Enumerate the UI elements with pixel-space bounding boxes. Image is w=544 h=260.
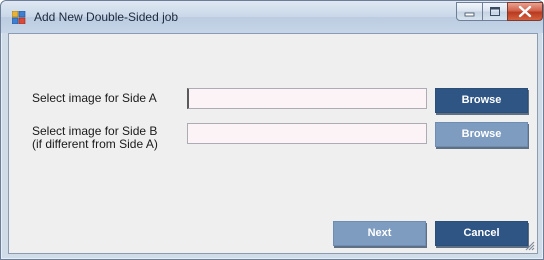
close-icon [518,5,532,18]
cancel-button[interactable]: Cancel [435,221,528,246]
maximize-button[interactable] [482,2,508,21]
browse-side-a-button[interactable]: Browse [435,88,528,113]
title-bar[interactable]: Add New Double-Sided job [1,1,543,33]
resize-grip-icon[interactable] [523,239,535,251]
minimize-icon [464,12,475,17]
maximize-icon [490,7,500,16]
side-b-input[interactable] [187,123,427,144]
side-a-label: Select image for Side A [32,91,157,105]
app-icon [12,11,26,24]
side-a-input[interactable] [187,88,427,109]
dialog-body: Select image for Side A Browse Select im… [8,33,538,254]
close-button[interactable] [507,2,543,21]
side-b-sublabel: (if different from Side A) [32,137,158,151]
dialog-window: Add New Double-Sided job Select image fo… [0,0,544,260]
window-title: Add New Double-Sided job [34,10,179,24]
browse-side-b-button[interactable]: Browse [435,122,528,147]
next-button[interactable]: Next [333,221,426,246]
minimize-button[interactable] [456,2,483,21]
